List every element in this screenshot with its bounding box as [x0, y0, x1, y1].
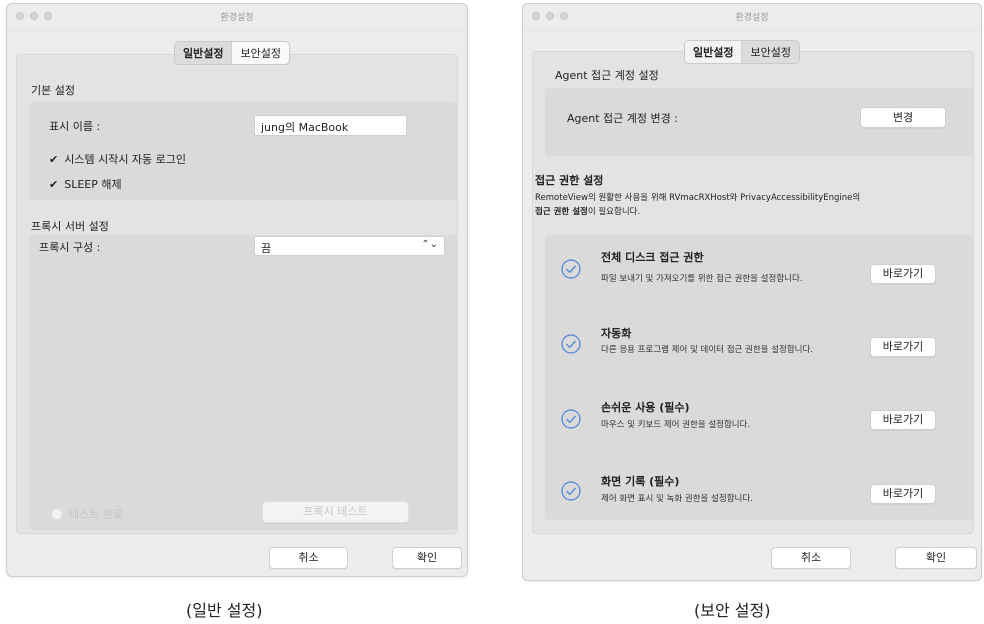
permission-desc-rest: 이 필요합니다. — [587, 207, 641, 217]
settings-tabs: 일반설정 보안설정 — [174, 41, 290, 65]
tab-general[interactable]: 일반설정 — [685, 41, 742, 63]
permission-desc: 다른 응용 프로그램 제어 및 데이터 접근 권한을 설정합니다. — [601, 345, 813, 355]
ok-button[interactable]: 확인 — [392, 547, 462, 569]
tab-security[interactable]: 보안설정 — [741, 41, 799, 63]
permission-desc-line1: RemoteView의 원활한 사용을 위해 RVmacRXHost와 Priv… — [535, 193, 861, 203]
goto-button-full-disk[interactable]: 바로가기 — [870, 264, 936, 284]
sleep-release-label: SLEEP 해제 — [64, 178, 122, 191]
proxy-test-button[interactable]: 프록시 테스트 — [262, 501, 409, 523]
permission-title: 전체 디스크 접근 권한 — [601, 251, 704, 264]
cancel-button[interactable]: 취소 — [269, 547, 348, 569]
goto-button-screen-recording[interactable]: 바로가기 — [870, 484, 936, 504]
sleep-release-checkbox[interactable]: ✔ SLEEP 해제 — [49, 176, 122, 192]
circle-check-icon — [561, 481, 581, 501]
proxy-config-value: 끔 — [261, 242, 272, 255]
general-content-panel: 기본 설정 표시 이름 : jung의 MacBook ✔ 시스템 시작시 자동… — [16, 54, 458, 534]
circle-check-icon — [561, 334, 581, 354]
cancel-button[interactable]: 취소 — [771, 547, 851, 569]
permission-section-title: 접근 권한 설정 — [535, 174, 604, 187]
general-settings-window: 환경설정 일반설정 보안설정 기본 설정 표시 이름 : jung의 MacBo… — [6, 3, 468, 577]
status-circle-icon — [51, 508, 63, 520]
basic-section-title: 기본 설정 — [31, 84, 75, 97]
ok-button[interactable]: 확인 — [895, 547, 977, 569]
circle-check-icon — [561, 409, 581, 429]
permission-title: 화면 기록 (필수) — [601, 475, 680, 488]
checkmark-icon: ✔ — [49, 177, 59, 191]
display-name-label: 표시 이름 : — [49, 120, 101, 133]
display-name-field[interactable]: jung의 MacBook — [254, 115, 407, 136]
goto-button-accessibility[interactable]: 바로가기 — [870, 410, 936, 430]
security-content-panel: Agent 접근 계정 설정 Agent 접근 계정 변경 : 변경 접근 권한… — [532, 51, 974, 534]
permission-desc-line2: 접근 권한 설정이 필요합니다. — [535, 205, 640, 217]
permission-title: 자동화 — [601, 327, 632, 340]
updown-chevron-icon: ⌃⌄ — [421, 239, 438, 250]
change-button[interactable]: 변경 — [860, 107, 946, 128]
goto-button-automation[interactable]: 바로가기 — [870, 337, 936, 357]
settings-tabs: 일반설정 보안설정 — [684, 40, 800, 64]
window-title: 환경설정 — [735, 13, 769, 23]
caption-security: (보안 설정) — [694, 601, 771, 620]
circle-check-icon — [561, 259, 581, 279]
test-complete-label: 테스트 완료 — [69, 508, 124, 521]
window-title: 환경설정 — [220, 13, 254, 23]
permission-desc: 제어 화면 표시 및 녹화 권한을 설정합니다. — [601, 494, 753, 504]
proxy-settings-box — [29, 235, 457, 530]
test-complete-indicator: 테스트 완료 — [51, 506, 123, 522]
permission-desc-bold: 접근 권한 설정 — [535, 207, 588, 217]
auto-login-checkbox[interactable]: ✔ 시스템 시작시 자동 로그인 — [49, 151, 186, 167]
tab-general[interactable]: 일반설정 — [175, 42, 232, 64]
security-settings-window: 환경설정 일반설정 보안설정 Agent 접근 계정 설정 Agent 접근 계… — [522, 3, 982, 581]
agent-change-label: Agent 접근 계정 변경 : — [567, 112, 678, 125]
permission-desc: 파일 보내기 및 가져오기를 위한 접근 권한을 설정합니다. — [601, 274, 803, 284]
auto-login-label: 시스템 시작시 자동 로그인 — [64, 153, 187, 166]
title-bar: 환경설정 — [7, 4, 467, 31]
tab-security[interactable]: 보안설정 — [231, 42, 288, 64]
title-bar: 환경설정 — [523, 4, 981, 31]
proxy-config-label: 프록시 구성 : — [39, 241, 101, 254]
caption-general: (일반 설정) — [186, 601, 263, 620]
proxy-config-select[interactable]: 끔 ⌃⌄ — [254, 236, 445, 256]
proxy-section-title: 프록시 서버 설정 — [31, 220, 109, 233]
checkmark-icon: ✔ — [49, 152, 59, 166]
permission-desc: 마우스 및 키보드 제어 권한을 설정합니다. — [601, 420, 751, 430]
permission-title: 손쉬운 사용 (필수) — [601, 401, 690, 414]
agent-section-title: Agent 접근 계정 설정 — [555, 69, 659, 82]
